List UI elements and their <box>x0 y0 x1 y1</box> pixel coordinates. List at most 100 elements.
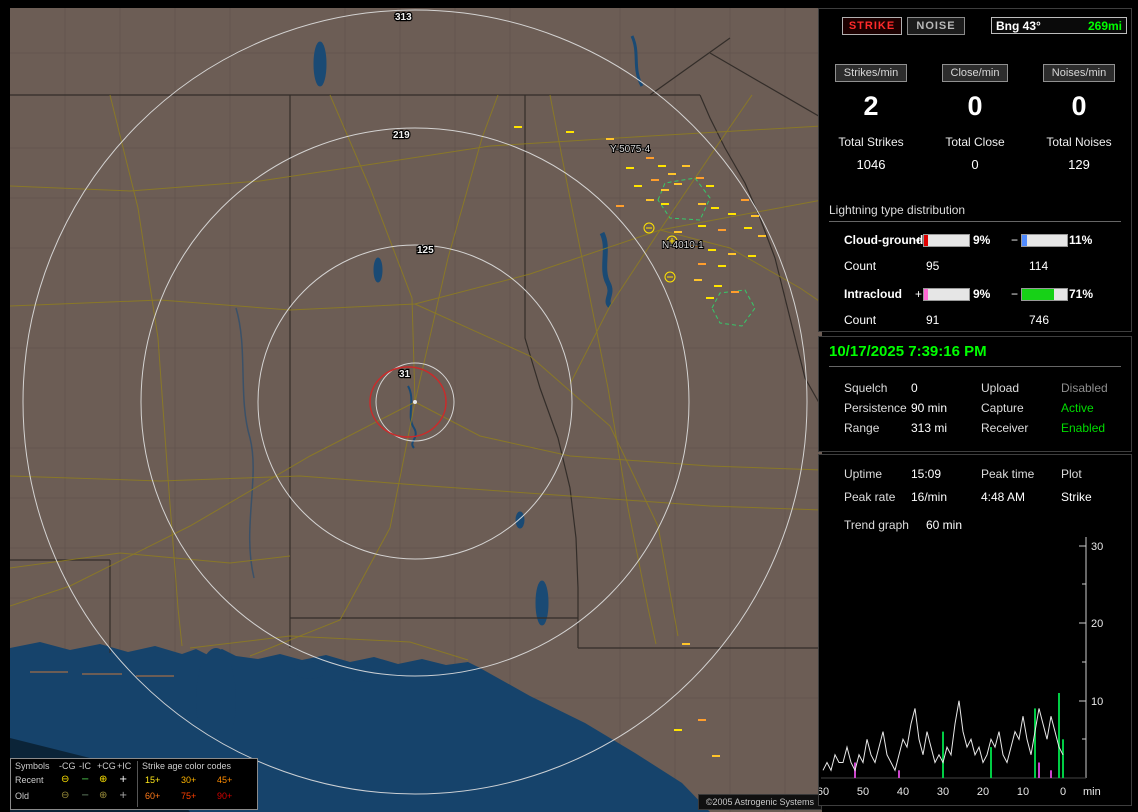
cloud-ground-row: Cloud-ground + 9% − 11% <box>819 233 1131 247</box>
peak-rate-value: 16/min <box>911 490 947 504</box>
peak-rate-label: Peak rate <box>844 490 895 504</box>
count-label: Count <box>844 313 876 327</box>
trend-axis <box>1079 537 1086 778</box>
trend-section: Uptime 15:09 Peak time Plot Peak rate 16… <box>818 454 1132 806</box>
minus-sign: − <box>1011 233 1018 247</box>
trend-bars <box>855 693 1063 778</box>
total-noises-label: Total Noises <box>1027 135 1131 149</box>
intracloud-label: Intracloud <box>844 287 902 301</box>
capture-value: Active <box>1061 401 1094 415</box>
x-tick-0: 0 <box>1060 786 1066 798</box>
bearing-label: Bng 43° <box>996 19 1041 33</box>
legend-col-ic-plus: +IC <box>117 761 131 771</box>
bay <box>294 661 326 679</box>
range-label: Range <box>844 421 879 435</box>
map-legend: Symbols -CG -IC +CG +IC Strike age color… <box>10 758 258 810</box>
plus-sign: + <box>915 233 922 247</box>
age-code-60: 60+ <box>145 791 160 801</box>
uptime-value: 15:09 <box>911 467 941 481</box>
ring-label: 219 <box>393 130 410 141</box>
legend-divider <box>137 761 138 807</box>
cg-plus-recent-icon: ⊕ <box>99 774 107 785</box>
cg-plus-percent: 9% <box>973 233 990 247</box>
x-tick-50: 50 <box>857 786 869 798</box>
total-close-value: 0 <box>923 157 1027 172</box>
plot-label: Plot <box>1061 467 1082 481</box>
squelch-label: Squelch <box>844 381 887 395</box>
legend-col-cg-plus: +CG <box>97 761 116 771</box>
upload-label: Upload <box>981 381 1019 395</box>
age-code-30: 30+ <box>181 775 196 785</box>
noise-indicator-button[interactable]: NOISE <box>907 17 965 35</box>
station-marker <box>413 400 417 404</box>
rates-section: STRIKE NOISE Bng 43° 269mi Strikes/min C… <box>818 8 1132 332</box>
ic-minus-bar <box>1021 288 1068 301</box>
ic-plus-old-icon: + <box>119 790 127 801</box>
y-tick-30: 30 <box>1091 541 1103 553</box>
ic-plus-percent: 9% <box>973 287 990 301</box>
range-value: 313 mi <box>911 421 947 435</box>
trend-graph: 30 20 10 60 50 40 30 20 10 0 min <box>819 515 1133 803</box>
legend-col-cg-minus: -CG <box>59 761 76 771</box>
cg-minus-bar <box>1021 234 1068 247</box>
receiver-value: Enabled <box>1061 421 1105 435</box>
count-label: Count <box>844 259 876 273</box>
x-tick-30: 30 <box>937 786 949 798</box>
ring-label: 313 <box>395 12 412 23</box>
cloud-ground-label: Cloud-ground <box>844 233 923 247</box>
ic-plus-recent-icon: + <box>119 774 127 785</box>
cg-plus-bar-fill <box>924 235 928 246</box>
mobile-bay <box>196 648 236 752</box>
y-tick-10: 10 <box>1091 696 1103 708</box>
bearing-distance: 269mi <box>1088 19 1122 33</box>
storm-cell-label: N-4010-1 <box>662 240 704 251</box>
x-tick-40: 40 <box>897 786 909 798</box>
ic-minus-percent: 71% <box>1069 287 1093 301</box>
distribution-title: Lightning type distribution <box>829 203 1121 222</box>
status-section: 10/17/2025 7:39:16 PM Squelch 0 Upload D… <box>818 336 1132 452</box>
cg-minus-percent: 11% <box>1069 233 1092 247</box>
minus-sign: − <box>1011 287 1018 301</box>
cg-minus-count: 114 <box>1029 259 1048 273</box>
age-code-90: 90+ <box>217 791 232 801</box>
cg-minus-old-icon: ⊖ <box>61 790 69 801</box>
storm-cell-label: Y-5075-4 <box>610 144 651 155</box>
x-axis-unit: min <box>1083 786 1101 798</box>
y-tick-20: 20 <box>1091 618 1103 630</box>
bearing-display: Bng 43° 269mi <box>991 17 1127 34</box>
squelch-value: 0 <box>911 381 918 395</box>
map-display[interactable]: 313 219 125 31 Y-5075-4 N-4010-1 Symbols… <box>10 8 822 812</box>
peak-time-label: Peak time <box>981 467 1034 481</box>
persistence-value: 90 min <box>911 401 947 415</box>
strike-indicator-button[interactable]: STRIKE <box>842 17 902 35</box>
ring-label: 125 <box>417 245 434 256</box>
receiver-label: Receiver <box>981 421 1028 435</box>
ic-minus-recent-icon: − <box>81 774 89 785</box>
x-tick-60: 60 <box>819 786 829 798</box>
total-noises-value: 129 <box>1027 157 1131 172</box>
intracloud-row: Intracloud + 9% − 71% <box>819 287 1131 301</box>
upload-value: Disabled <box>1061 381 1108 395</box>
total-close-label: Total Close <box>923 135 1027 149</box>
close-per-min-button[interactable]: Close/min <box>942 64 1009 82</box>
noises-per-min-button[interactable]: Noises/min <box>1043 64 1115 82</box>
side-panel: STRIKE NOISE Bng 43° 269mi Strikes/min C… <box>818 8 1132 804</box>
close-per-min-value: 0 <box>923 91 1027 122</box>
legend-age-title: Strike age color codes <box>142 761 231 771</box>
ic-plus-bar <box>923 288 970 301</box>
age-code-15: 15+ <box>145 775 160 785</box>
persistence-label: Persistence <box>844 401 907 415</box>
ic-plus-bar-fill <box>924 289 928 300</box>
plot-value: Strike <box>1061 490 1092 504</box>
x-tick-20: 20 <box>977 786 989 798</box>
strikes-per-min-button[interactable]: Strikes/min <box>835 64 907 82</box>
age-code-45: 45+ <box>217 775 232 785</box>
cg-minus-bar-fill <box>1022 235 1027 246</box>
strikes-per-min-value: 2 <box>819 91 923 122</box>
ic-plus-count: 91 <box>926 313 939 327</box>
ic-minus-bar-fill <box>1022 289 1054 300</box>
age-code-75: 75+ <box>181 791 196 801</box>
cg-minus-recent-icon: ⊖ <box>61 774 69 785</box>
datetime-display: 10/17/2025 7:39:16 PM <box>829 343 1121 367</box>
ic-minus-old-icon: − <box>81 790 89 801</box>
